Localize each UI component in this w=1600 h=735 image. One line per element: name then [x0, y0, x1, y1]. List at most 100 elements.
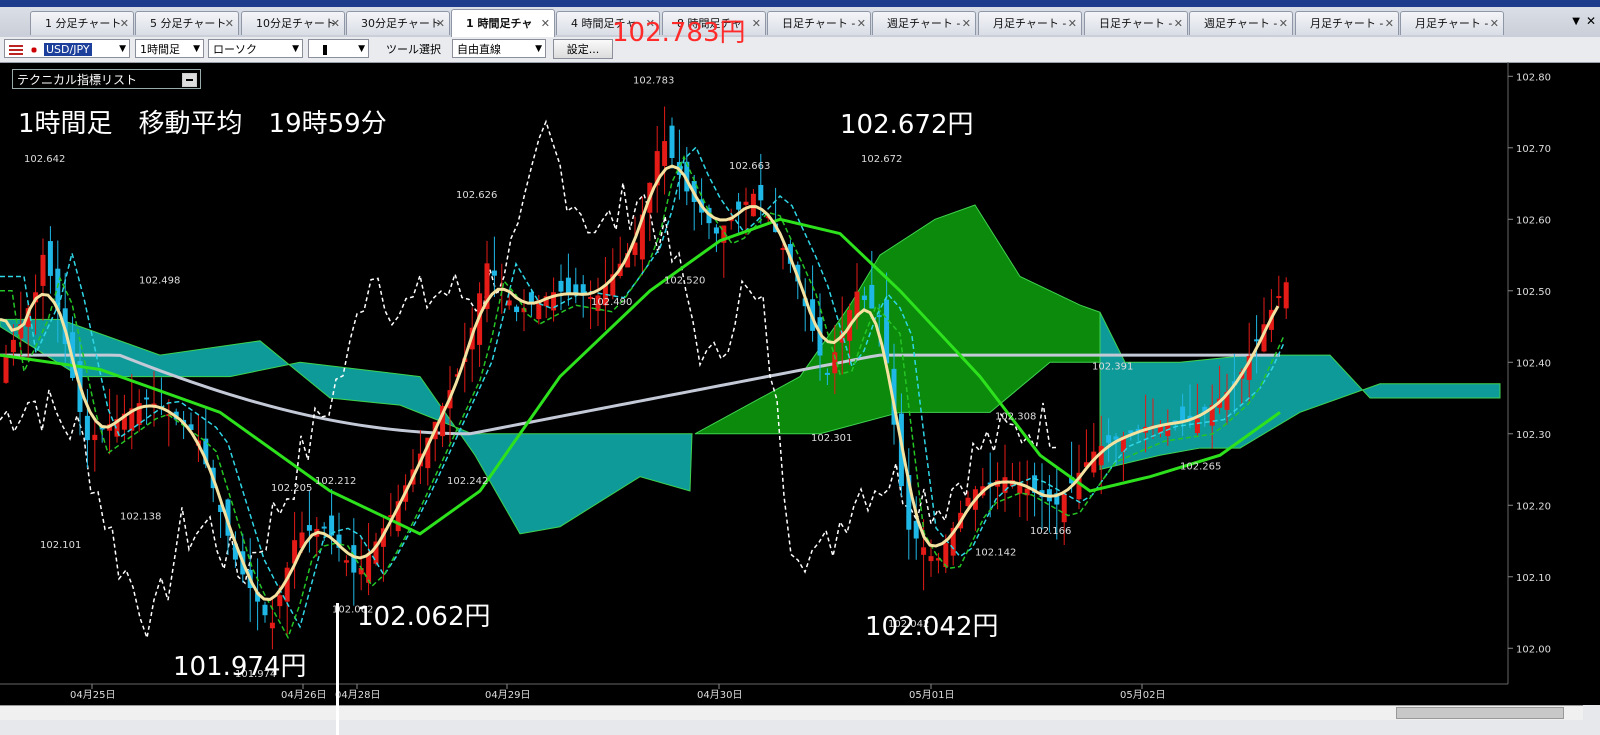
indicator-list-panel[interactable]: テクニカル指標リスト [12, 69, 201, 89]
candle-body [743, 201, 749, 205]
tab-1[interactable]: 1 分足チャート ✕ [30, 11, 134, 35]
tab-close-icon[interactable]: ✕ [225, 12, 234, 35]
tab-label: 日足チャート - [782, 17, 856, 30]
chevron-down-icon: ▼ [193, 44, 200, 54]
price-label: 102.663 [729, 161, 770, 172]
tab-close-icon[interactable]: ✕ [331, 12, 340, 35]
scrollbar-thumb[interactable] [1396, 707, 1564, 719]
tab-label: 30分足チャート [361, 17, 441, 30]
x-tick-label: 04月28日 [335, 689, 380, 701]
chart-type-select[interactable]: ローソク ▼ [208, 39, 303, 58]
tab-close-icon[interactable]: ✕ [1174, 12, 1183, 35]
tab-close-icon[interactable]: ✕ [752, 12, 761, 35]
tab-close-icon[interactable]: ✕ [1068, 12, 1077, 35]
candle-body [876, 315, 882, 318]
settings-button[interactable]: 設定... [553, 39, 613, 59]
chevron-down-icon: ▼ [119, 44, 126, 54]
timeframe-select[interactable]: 1時間足 ▼ [135, 39, 204, 58]
price-label: 102.626 [456, 190, 497, 201]
chevron-down-icon: ▼ [358, 44, 365, 54]
candle-body [40, 254, 46, 286]
price-chart[interactable]: 102.80 102.70 102.60 102.50 102.40 102.30 102.… [0, 62, 1600, 705]
indicator-list-label: テクニカル指標リスト [17, 73, 138, 87]
tab-close-icon[interactable]: ✕ [120, 12, 129, 35]
y-tick-label: 102.40 [1516, 358, 1551, 369]
tab-11[interactable]: 日足チャート - ✕ [1084, 11, 1188, 35]
tab-close-icon[interactable]: ✕ [541, 10, 550, 37]
tab-label: 5 分足チャート [150, 17, 227, 30]
tab-2[interactable]: 5 分足チャート ✕ [135, 11, 239, 35]
x-tick-label: 04月29日 [485, 689, 530, 701]
tab-close-icon[interactable]: ✕ [1490, 12, 1499, 35]
x-tick-label: 04月26日 [281, 689, 326, 701]
candle-body [928, 556, 934, 562]
tab-3[interactable]: 10分足チャート ✕ [241, 11, 345, 35]
tab-12[interactable]: 週足チャート - ✕ [1189, 11, 1293, 35]
price-label: 102.391 [1092, 361, 1133, 372]
tool-select[interactable]: 自由直線 ▼ [452, 39, 546, 58]
close-icon[interactable]: ✕ [1586, 14, 1596, 28]
candlestick-icon [323, 45, 327, 55]
candle-body [921, 547, 927, 555]
candle-body [92, 434, 98, 441]
price-label: 102.672 [861, 154, 902, 165]
price-label: 102.301 [811, 433, 852, 444]
tab-bar: 1 分足チャート ✕ 5 分足チャート ✕ 10分足チャート ✕ 30分足チャート ✕ 1 時間… [0, 0, 1600, 38]
tool-label: ツール選択 [386, 43, 441, 56]
candle-body [269, 622, 275, 629]
minimize-icon[interactable] [182, 73, 197, 87]
tab-close-icon[interactable]: ✕ [436, 12, 445, 35]
y-tick-label: 102.70 [1516, 144, 1551, 155]
horizontal-scrollbar[interactable] [0, 705, 1583, 720]
tab-10[interactable]: 月足チャート - ✕ [978, 11, 1082, 35]
candle-body [491, 270, 497, 276]
annotation-marker-line [336, 603, 339, 735]
x-tick-label: 04月25日 [70, 689, 115, 701]
tab-close-icon[interactable]: ✕ [962, 12, 971, 35]
annotation-high-right: 102.672円 [840, 110, 974, 140]
candle-body [943, 543, 949, 568]
candle-body [1061, 493, 1067, 523]
price-label: 102.138 [120, 512, 161, 523]
symbol-select[interactable]: USD/JPY ▼ [4, 39, 130, 58]
candle-body [514, 306, 520, 313]
candle-body [306, 525, 312, 531]
y-tick-label: 102.10 [1516, 573, 1551, 584]
candle-body [262, 604, 268, 616]
price-label: 102.490 [591, 297, 632, 308]
tab-list-dropdown-icon[interactable]: ▼ [1572, 16, 1580, 27]
symbol-value: USD/JPY [44, 43, 92, 56]
tab-9[interactable]: 週足チャート - ✕ [872, 11, 976, 35]
tab-close-icon[interactable]: ✕ [857, 12, 866, 35]
price-label: 102.265 [1180, 462, 1221, 473]
candle-body [144, 397, 150, 400]
price-label: 102.142 [975, 547, 1016, 558]
price-label: 102.520 [664, 276, 705, 287]
tab-14[interactable]: 月足チャート - ✕ [1400, 11, 1504, 35]
chart-heading: 1時間足 移動平均 19時59分 [18, 109, 387, 139]
title-strip [0, 0, 1600, 7]
candle-body [1106, 435, 1112, 443]
tab-13[interactable]: 月足チャート - ✕ [1295, 11, 1399, 35]
tab-4[interactable]: 30分足チャート ✕ [346, 11, 450, 35]
tab-close-icon[interactable]: ✕ [1385, 12, 1394, 35]
candle-body [861, 295, 867, 301]
candle-body [321, 526, 327, 529]
candle-body [84, 415, 90, 441]
chevron-down-icon: ▼ [292, 44, 299, 54]
candle-body [351, 545, 357, 573]
price-label: 102.498 [139, 276, 180, 287]
us-flag-icon [9, 45, 23, 55]
chart-type-value: ローソク [213, 43, 257, 56]
candle-body [10, 339, 16, 353]
tab-close-icon[interactable]: ✕ [1279, 12, 1288, 35]
tab-5[interactable]: 1 時間足チャ ✕ [451, 9, 555, 37]
y-tick-label: 102.60 [1516, 215, 1551, 226]
tab-label: 月足チャート - [993, 17, 1067, 30]
tab-8[interactable]: 日足チャート - ✕ [767, 11, 871, 35]
x-tick-label: 04月30日 [697, 689, 742, 701]
annotation-high-price: 102.783円 [612, 18, 746, 48]
candle-body [558, 280, 564, 292]
candle-body [277, 595, 283, 607]
candle-style-select[interactable]: ▼ [308, 39, 369, 58]
